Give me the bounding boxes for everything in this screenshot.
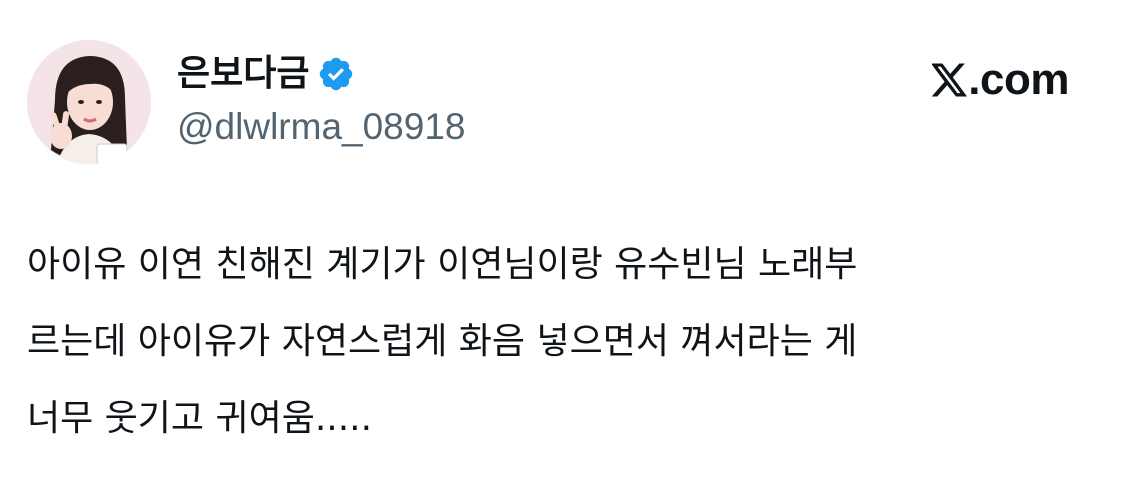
brand-mark: .com: [931, 55, 1069, 104]
author-handle[interactable]: @dlwlrma_08918: [177, 104, 465, 150]
tweet-text-line: 아이유 이연 친해진 계기가 이연님이랑 유수빈님 노래부: [27, 244, 858, 285]
avatar[interactable]: [27, 40, 151, 164]
tweet-text: 아이유 이연 친해진 계기가 이연님이랑 유수빈님 노래부 르는데 아이유가 자…: [27, 226, 1087, 457]
author-name-row: 은보다금: [177, 50, 355, 98]
tweet-text-line: 르는데 아이유가 자연스럽게 화음 넣으면서 껴서라는 게: [27, 321, 858, 362]
brand-domain-text: .com: [968, 55, 1069, 104]
x-logo-icon: [931, 63, 968, 97]
author-display-name[interactable]: 은보다금: [177, 50, 309, 98]
avatar-image: [27, 40, 151, 164]
tweet-text-line: 너무 웃기고 귀여움.....: [27, 398, 373, 439]
verified-badge-icon: [317, 55, 355, 93]
